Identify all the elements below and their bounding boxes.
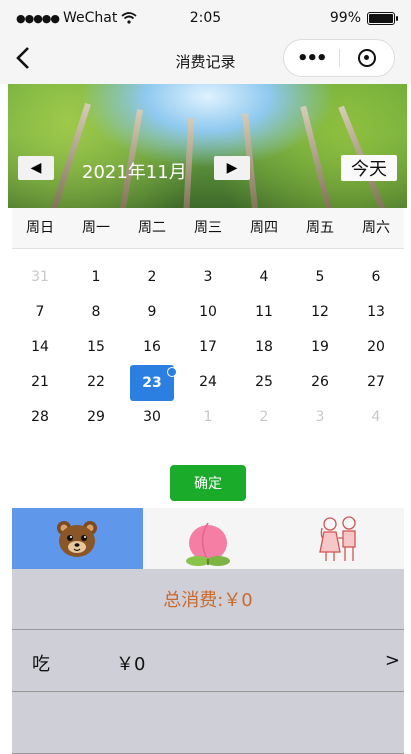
weekday-label: 周二: [138, 220, 166, 236]
calendar-day[interactable]: 1: [68, 260, 124, 295]
weekday-label: 周三: [194, 220, 222, 236]
calendar-day[interactable]: 25: [236, 365, 292, 400]
calendar-day[interactable]: 20: [348, 330, 404, 365]
status-bar: ●●●●● WeChat 2:05 99%: [0, 0, 411, 36]
today-button[interactable]: 今天: [341, 155, 397, 181]
calendar-week: 14 15 16 17 18 19 20: [12, 330, 404, 365]
calendar-day[interactable]: 2: [124, 260, 180, 295]
calendar-week: 21 22 23 24 25 26 27: [12, 365, 404, 401]
total-summary: 总消费:￥0: [12, 569, 404, 630]
calendar-day[interactable]: 7: [12, 295, 68, 330]
calendar-day[interactable]: 9: [124, 295, 180, 330]
calendar-day[interactable]: 27: [348, 365, 404, 400]
record-row[interactable]: [12, 692, 404, 754]
calendar-day[interactable]: 21: [12, 365, 68, 400]
calendar-day[interactable]: 11: [236, 295, 292, 330]
tree-trunk: [48, 102, 91, 208]
tab-peach[interactable]: [143, 508, 274, 569]
calendar-day[interactable]: 18: [236, 330, 292, 365]
bear-icon: [57, 520, 98, 557]
battery-icon: [367, 11, 398, 25]
calendar-day[interactable]: 22: [68, 365, 124, 400]
calendar-week: 31 1 2 3 4 5 6: [12, 260, 404, 295]
calendar-day[interactable]: 3: [180, 260, 236, 295]
chevron-right-icon: >: [384, 650, 400, 671]
tab-couple[interactable]: [273, 508, 404, 569]
calendar-day[interactable]: 3: [292, 400, 348, 435]
weekday-label: 周五: [306, 220, 334, 236]
tab-bear[interactable]: [12, 508, 143, 569]
close-button[interactable]: [339, 49, 394, 67]
calendar-day[interactable]: 30: [124, 400, 180, 435]
navigation-bar: 消费记录 •••: [0, 36, 411, 84]
calendar-day[interactable]: 24: [180, 365, 236, 400]
calendar-day[interactable]: 17: [180, 330, 236, 365]
calendar-day-selected[interactable]: 23: [124, 365, 180, 401]
mini-program-capsule: •••: [283, 39, 395, 77]
calendar-day[interactable]: 1: [180, 400, 236, 435]
peach-icon: [186, 522, 230, 566]
calendar-week: 7 8 9 10 11 12 13: [12, 295, 404, 330]
calendar-day[interactable]: 16: [124, 330, 180, 365]
calendar-day[interactable]: 28: [12, 400, 68, 435]
record-amount: ￥0: [116, 654, 146, 675]
calendar-day[interactable]: 29: [68, 400, 124, 435]
calendar-day[interactable]: 5: [292, 260, 348, 295]
calendar-day[interactable]: 6: [348, 260, 404, 295]
calendar-day[interactable]: 8: [68, 295, 124, 330]
calendar-day[interactable]: 13: [348, 295, 404, 330]
calendar-day[interactable]: 15: [68, 330, 124, 365]
record-row[interactable]: 吃 ￥0 >: [12, 630, 404, 692]
confirm-button[interactable]: 确定: [170, 465, 246, 501]
calendar-day[interactable]: 14: [12, 330, 68, 365]
calendar-week: 28 29 30 1 2 3 4: [12, 400, 404, 435]
weekday-label: 周一: [82, 220, 110, 236]
record-category: 吃: [32, 654, 50, 675]
prev-month-button[interactable]: ◀: [18, 156, 54, 180]
battery-percent: 99%: [329, 10, 361, 26]
weekday-label: 周四: [250, 220, 278, 236]
weekday-header: 周日 周一 周二 周三 周四 周五 周六: [12, 208, 404, 249]
weekday-label: 周六: [362, 220, 390, 236]
calendar-grid: 31 1 2 3 4 5 6 7 8 9 10 11 12 13 14 15 16 17 18 19 20 21 22 23 2…: [12, 260, 404, 435]
calendar-day[interactable]: 4: [236, 260, 292, 295]
calendar-day[interactable]: 2: [236, 400, 292, 435]
calendar-banner: ◀ 2021年11月 ▶ 今天: [8, 84, 407, 208]
calendar-day[interactable]: 26: [292, 365, 348, 400]
more-button[interactable]: •••: [284, 48, 339, 69]
target-icon: [357, 49, 376, 67]
next-month-button[interactable]: ▶: [214, 156, 250, 180]
calendar-day[interactable]: 31: [12, 260, 68, 295]
weekday-label: 周日: [26, 220, 54, 236]
calendar-day[interactable]: 10: [180, 295, 236, 330]
battery-group: 99%: [329, 10, 398, 26]
calendar-day[interactable]: 4: [348, 400, 404, 435]
month-label: 2021年11月: [82, 162, 187, 183]
calendar-day[interactable]: 19: [292, 330, 348, 365]
tree-trunk: [300, 105, 334, 208]
calendar-day[interactable]: 12: [292, 295, 348, 330]
couple-icon: [318, 515, 356, 561]
category-tabs: [12, 508, 404, 569]
